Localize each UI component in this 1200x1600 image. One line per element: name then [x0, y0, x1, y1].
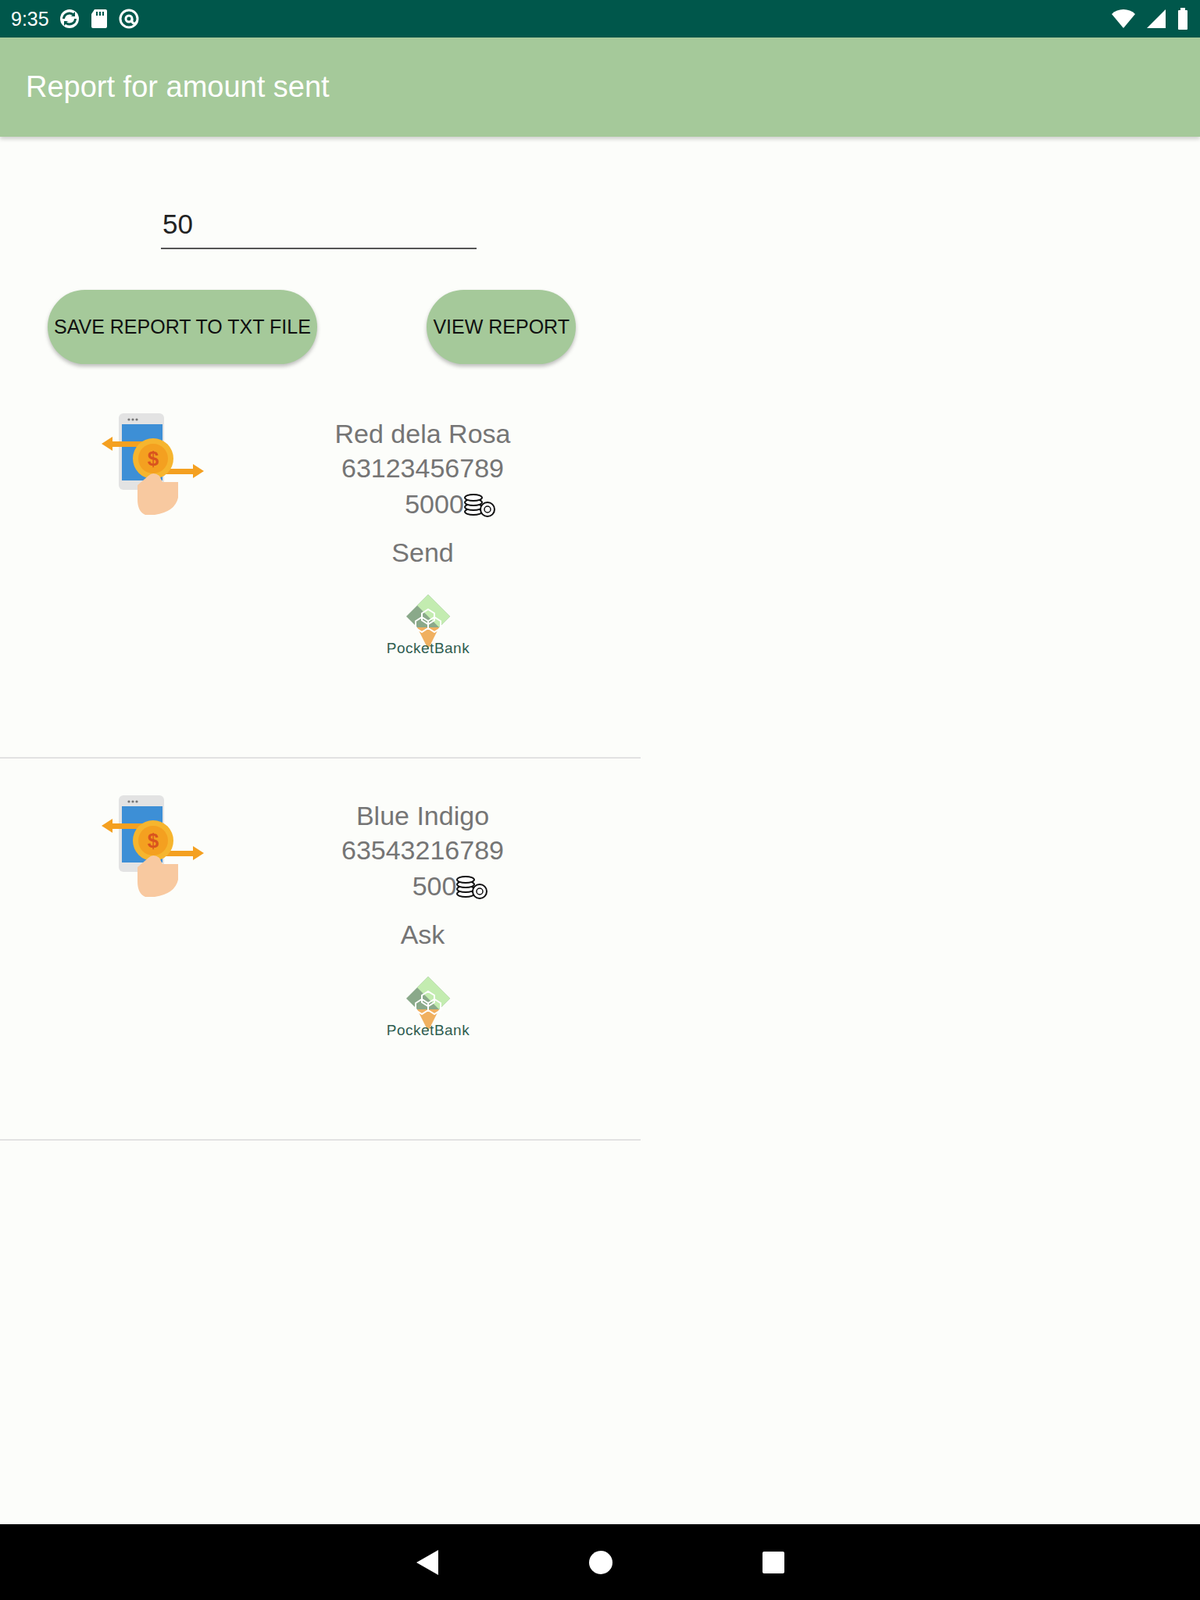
recipient-name: Red dela Rosa [335, 416, 511, 451]
coins-icon [464, 490, 496, 518]
wifi-icon [1110, 7, 1136, 30]
logo-text: PocketBank [386, 1021, 470, 1040]
transaction-type: Ask [400, 915, 446, 954]
home-icon[interactable] [588, 1550, 614, 1575]
pocketbank-logo: PocketBank [375, 591, 470, 658]
logo-text: PocketBank [386, 639, 470, 658]
svg-text:$: $ [147, 446, 160, 471]
transaction-details: Red dela Rosa631234567895000 Send PocketBa… [258, 413, 587, 758]
phone-number: 63543216789 [341, 832, 504, 868]
transaction-type: Send [391, 533, 454, 572]
back-icon[interactable] [414, 1548, 440, 1577]
save-report-button[interactable]: SAVE REPORT TO TXT FILE [47, 289, 318, 365]
amount-line: 500 [357, 867, 489, 905]
money-transfer-icon: $ [101, 413, 204, 521]
coins-icon [456, 872, 488, 900]
button-row: SAVE REPORT TO TXT FILE VIEW REPORT [0, 289, 576, 365]
amount: 500 [412, 867, 458, 905]
status-time: 9:35 [10, 7, 50, 31]
svg-text:$: $ [147, 828, 160, 853]
phone-number: 63123456789 [341, 450, 504, 486]
sync-icon [58, 7, 81, 30]
amount-line: 5000 [350, 485, 496, 523]
recents-icon[interactable] [761, 1550, 786, 1575]
screen-title: Report for amount sent [25, 70, 330, 104]
money-transfer-icon: $ [101, 795, 204, 903]
signal-icon [1145, 7, 1168, 30]
status-right [1110, 7, 1190, 30]
content: 50 SAVE REPORT TO TXT FILE VIEW REPORT $ Red… [0, 136, 1200, 1525]
transaction-row[interactable]: $ Blue Indigo63543216789500 Ask PocketBank [0, 758, 641, 1141]
pocketbank-logo: PocketBank [375, 973, 470, 1040]
transfer-icon-box: $ [101, 413, 204, 521]
status-left: 9:35 [10, 7, 140, 31]
battery-icon [1176, 7, 1190, 30]
amount-field[interactable]: 50 [160, 208, 477, 250]
transfer-icon-box: $ [101, 795, 204, 903]
recipient-name: Blue Indigo [356, 798, 490, 833]
navigation-bar [0, 1524, 1200, 1600]
amount-field-row: 50 [0, 208, 1200, 250]
transaction-row[interactable]: $ Red dela Rosa631234567895000 Send PocketB… [0, 376, 641, 759]
transaction-details: Blue Indigo63543216789500 Ask PocketBank [258, 795, 587, 1140]
app-bar: Report for amount sent [0, 37, 1200, 137]
status-bar: 9:35 [0, 0, 1200, 38]
sd-card-icon [89, 7, 109, 30]
view-report-button[interactable]: VIEW REPORT [426, 289, 576, 365]
amount: 5000 [404, 485, 465, 523]
vpn-icon [117, 7, 140, 30]
transaction-list: $ Red dela Rosa631234567895000 Send PocketB… [0, 376, 641, 1141]
